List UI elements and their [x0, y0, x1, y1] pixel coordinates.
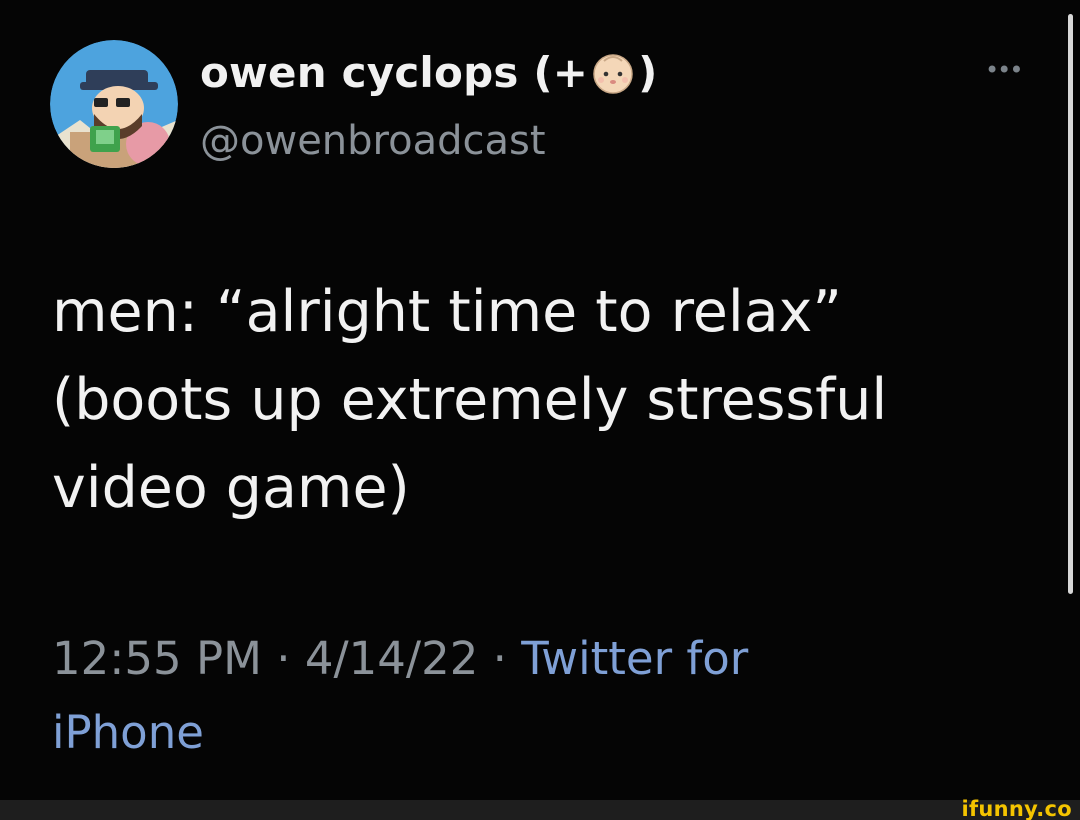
tweet-source-link-cont[interactable]: iPhone [52, 706, 204, 759]
tweet-timestamp[interactable]: 12:55 PM · 4/14/22 · [52, 632, 521, 685]
tweet-card: owen cyclops (+ ) @owenbroadcast ••• men… [0, 0, 1080, 800]
footer-bar [0, 800, 1080, 820]
more-options-icon[interactable]: ••• [985, 58, 1023, 82]
tweet-meta: 12:55 PM · 4/14/22 · Twitter for iPhone [52, 622, 952, 770]
tweet-source-link[interactable]: Twitter for [521, 632, 748, 685]
tweet-line: men: “alright time to relax” [52, 279, 842, 345]
avatar[interactable] [50, 40, 178, 168]
display-name-suffix: ) [638, 48, 658, 97]
scrollbar-thumb[interactable] [1068, 14, 1073, 594]
tweet-line: video game) [52, 455, 410, 521]
tweet-line: (boots up extremely stressful [52, 367, 888, 433]
avatar-illustration [50, 40, 178, 168]
user-handle[interactable]: @owenbroadcast [200, 118, 546, 164]
display-name-text: owen cyclops (+ [200, 48, 589, 97]
scrollbar[interactable] [1066, 0, 1076, 600]
baby-face-icon [590, 50, 636, 96]
tweet-body: men: “alright time to relax” (boots up e… [52, 268, 1052, 532]
ifunny-watermark: ifunny.co [961, 797, 1072, 820]
display-name[interactable]: owen cyclops (+ ) [200, 48, 658, 97]
